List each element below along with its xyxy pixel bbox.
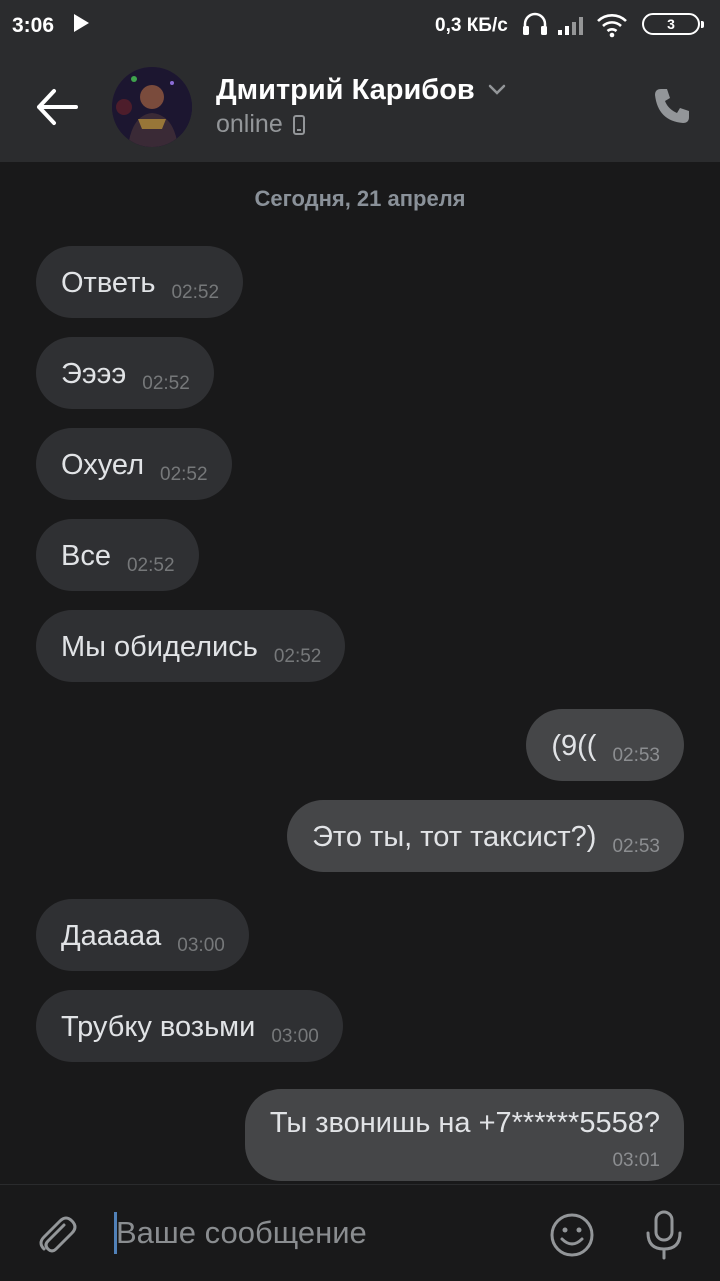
- microphone-icon[interactable]: [642, 1209, 686, 1261]
- message-text: Ээээ: [61, 358, 127, 390]
- message-time: 02:52: [273, 646, 322, 667]
- avatar[interactable]: [112, 67, 192, 147]
- message-time: 03:00: [271, 1026, 319, 1047]
- back-arrow-icon[interactable]: [34, 87, 80, 127]
- message-text: Ты звонишь на +7******5558?: [269, 1107, 660, 1139]
- message-time: 02:52: [142, 373, 190, 394]
- message-text: Охуел: [61, 449, 144, 481]
- headphones-icon: [523, 12, 547, 35]
- message-incoming[interactable]: Ответь 02:52: [36, 246, 244, 318]
- message-time: 02:53: [612, 745, 660, 766]
- message-outgoing[interactable]: (9(( 02:53: [526, 709, 684, 781]
- message-text: Ответь: [61, 267, 156, 299]
- signal-icon: [558, 17, 583, 35]
- message-time: 02:52: [171, 282, 220, 303]
- avatar-photo: [112, 67, 192, 147]
- message-text: (9((: [551, 730, 597, 762]
- message-incoming[interactable]: Охуел 02:52: [36, 428, 232, 500]
- message-text: Трубку возьми: [61, 1011, 256, 1043]
- message-time: 03:00: [177, 935, 225, 956]
- message-incoming[interactable]: Ээээ 02:52: [36, 337, 214, 409]
- message-composer: [0, 1184, 720, 1281]
- message-incoming[interactable]: Мы обиделись 02:52: [36, 610, 346, 682]
- mobile-device-icon: [292, 114, 305, 135]
- message-time: 03:01: [612, 1150, 660, 1171]
- date-divider: Сегодня, 21 апреля: [254, 186, 466, 211]
- message-text: Все: [61, 540, 111, 572]
- contact-name[interactable]: Дмитрий Карибов: [216, 74, 475, 107]
- message-text: Дааааа: [61, 920, 162, 952]
- battery-level: 3: [667, 16, 675, 32]
- message-outgoing[interactable]: Это ты, тот таксист?) 02:53: [287, 800, 684, 872]
- smile-icon[interactable]: [548, 1211, 596, 1259]
- message-time: 02:52: [126, 555, 175, 576]
- message-time: 02:52: [160, 464, 208, 485]
- wifi-icon: [597, 14, 627, 38]
- message-incoming[interactable]: Все 02:52: [36, 519, 199, 591]
- paperclip-icon[interactable]: [34, 1213, 80, 1259]
- chevron-down-icon[interactable]: [487, 83, 507, 97]
- message-text: Мы обиделись: [61, 631, 258, 663]
- text-cursor: [114, 1212, 117, 1254]
- message-text: Это ты, тот таксист?): [312, 821, 597, 853]
- battery-indicator: 3: [642, 13, 704, 35]
- status-time: 3:06: [12, 14, 55, 37]
- phone-icon[interactable]: [652, 86, 692, 126]
- message-input[interactable]: [112, 1207, 540, 1259]
- network-speed: 0,3 КБ/с: [435, 15, 508, 36]
- message-time: 02:53: [612, 836, 660, 857]
- chat-header: Дмитрий Карибов online: [0, 52, 720, 162]
- online-status: online: [216, 110, 283, 138]
- play-icon: [74, 14, 89, 32]
- status-bar: 3:06 0,3 КБ/с 3: [0, 0, 720, 52]
- message-outgoing[interactable]: Ты звонишь на +7******5558? 03:01: [244, 1089, 684, 1181]
- message-incoming[interactable]: Дааааа 03:00: [36, 899, 249, 971]
- message-incoming[interactable]: Трубку возьми 03:00: [36, 990, 343, 1062]
